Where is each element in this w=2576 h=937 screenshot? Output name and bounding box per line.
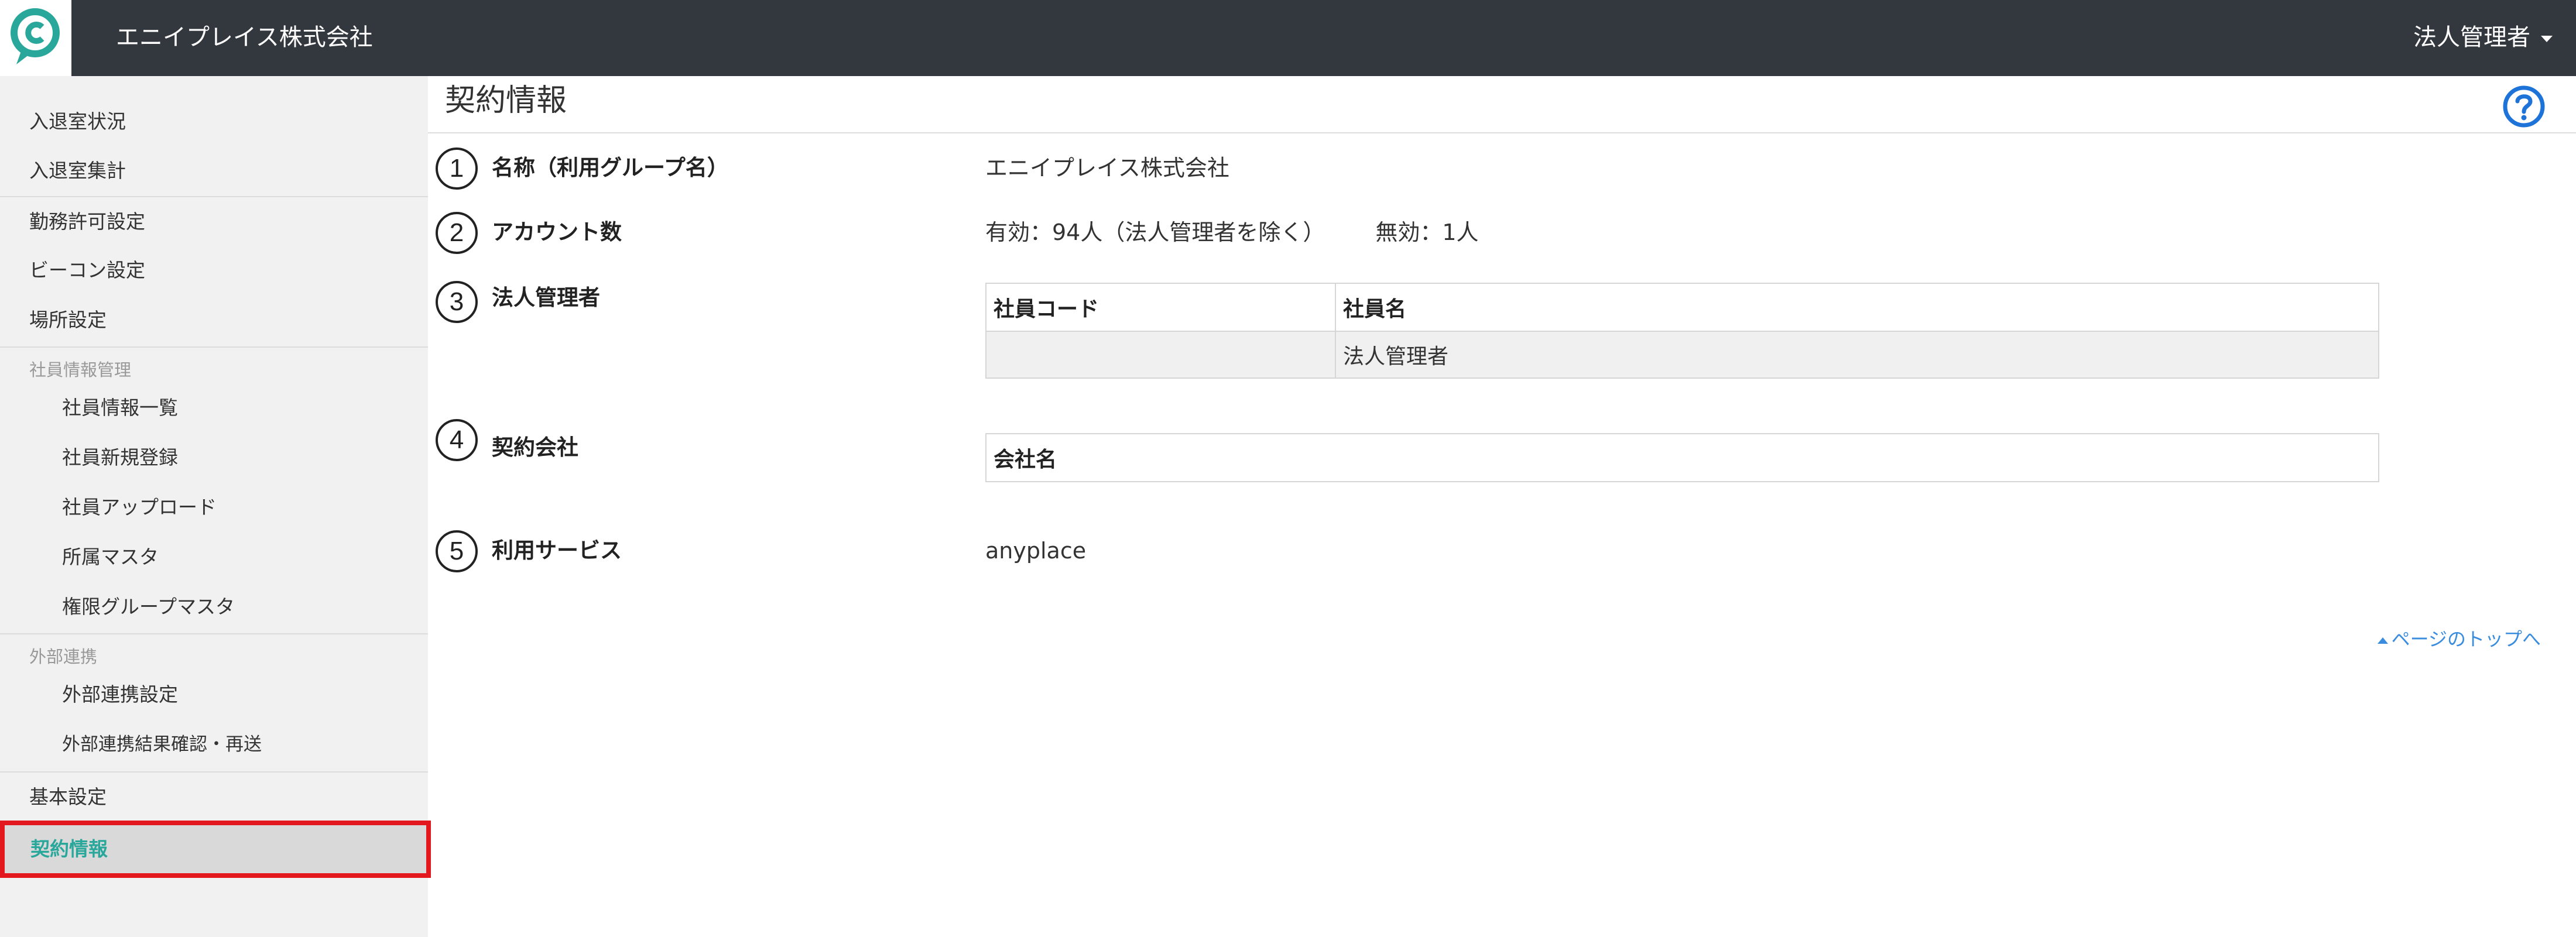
sidebar-item-entry-status[interactable]: 入退室状況 <box>0 97 428 146</box>
sidebar-item-label: 入退室集計 <box>29 159 126 182</box>
table-header-row: 会社名 <box>985 433 2379 482</box>
caret-up-icon <box>2377 637 2388 644</box>
caret-down-icon <box>2541 35 2553 42</box>
row-number-text: 3 <box>450 287 464 316</box>
section-title-employee: 社員情報管理 <box>29 360 132 380</box>
row-number-4: 4 <box>436 419 478 461</box>
sidebar-item-work-permission[interactable]: 勤務許可設定 <box>0 196 428 245</box>
sidebar-item-beacon-settings[interactable]: ビーコン設定 <box>0 246 428 295</box>
row-value-name: エニイプレイス株式会社 <box>985 155 1229 181</box>
user-menu-label: 法人管理者 <box>2413 24 2530 51</box>
sidebar-item-place-settings[interactable]: 場所設定 <box>0 296 428 345</box>
row-number-text: 4 <box>450 425 464 454</box>
back-to-top-link[interactable]: ページのトップへ <box>2377 626 2541 652</box>
cell-employee-name: 法人管理者 <box>1335 331 2379 379</box>
sidebar-item-label: 社員情報一覧 <box>62 396 178 419</box>
sidebar-item-label: 外部連携設定 <box>62 683 178 706</box>
row-label-service: 利用サービス <box>492 538 622 563</box>
row-number-text: 5 <box>450 537 464 565</box>
sidebar-item-department-master[interactable]: 所属マスタ <box>0 533 428 582</box>
table-row: 法人管理者 <box>985 331 2379 379</box>
back-to-top-label: ページのトップへ <box>2391 628 2541 650</box>
sidebar-item-basic-settings[interactable]: 基本設定 <box>0 771 428 821</box>
sidebar-item-entry-summary[interactable]: 入退室集計 <box>0 146 428 195</box>
row-number-1: 1 <box>436 147 478 190</box>
anyplace-logo-icon <box>11 8 60 64</box>
row-number-text: 1 <box>450 154 464 183</box>
sidebar-item-permission-group-master[interactable]: 権限グループマスタ <box>0 582 428 631</box>
row-number-text: 2 <box>450 218 464 247</box>
row-value-accounts: 有効：94人（法人管理者を除く） 無効：1人 <box>985 218 1479 247</box>
user-menu-dropdown[interactable]: 法人管理者 <box>2413 22 2553 53</box>
sidebar-item-label: 社員新規登録 <box>62 446 178 469</box>
company-name: エニイプレイス株式会社 <box>116 24 373 51</box>
sidebar-item-external-settings[interactable]: 外部連携設定 <box>0 670 428 719</box>
row-number-2: 2 <box>436 212 478 254</box>
column-header-employee-name: 社員名 <box>1335 283 2379 332</box>
divider <box>0 346 428 348</box>
divider <box>428 132 2576 133</box>
sidebar-item-employee-register[interactable]: 社員新規登録 <box>0 433 428 482</box>
admin-table: 社員コード 社員名 法人管理者 <box>985 283 2379 379</box>
row-number-5: 5 <box>436 530 478 572</box>
contract-company-table: 会社名 <box>985 433 2379 482</box>
cell-employee-code <box>985 331 1336 379</box>
table-header-row: 社員コード 社員名 <box>985 283 2379 332</box>
section-title-external: 外部連携 <box>29 647 98 667</box>
sidebar-item-label: 勤務許可設定 <box>29 210 145 233</box>
row-label-accounts: アカウント数 <box>492 219 622 245</box>
sidebar-item-external-results[interactable]: 外部連携結果確認・再送 <box>0 720 428 769</box>
row-label-contract-company: 契約会社 <box>492 435 578 460</box>
sidebar-item-contract-info[interactable]: 契約情報 <box>0 821 431 878</box>
sidebar-item-label: 入退室状況 <box>29 110 126 133</box>
row-number-3: 3 <box>436 281 478 323</box>
sidebar: 入退室状況 入退室集計 勤務許可設定 ビーコン設定 場所設定 社員情報管理 社員… <box>0 76 428 937</box>
sidebar-item-label: ビーコン設定 <box>29 259 145 282</box>
row-label-name: 名称（利用グループ名） <box>492 155 729 180</box>
sidebar-item-employee-upload[interactable]: 社員アップロード <box>0 483 428 532</box>
sidebar-item-label: 所属マスタ <box>62 545 159 568</box>
inactive-accounts: 無効：1人 <box>1375 219 1479 245</box>
divider <box>0 633 428 634</box>
row-value-service: anyplace <box>985 538 1087 564</box>
sidebar-item-label: 契約情報 <box>30 838 108 860</box>
sidebar-item-label: 権限グループマスタ <box>62 595 235 618</box>
app-logo[interactable] <box>0 0 71 76</box>
app-header: エニイプレイス株式会社 法人管理者 <box>0 0 2576 76</box>
page-title: 契約情報 <box>445 83 567 118</box>
sidebar-item-label: 基本設定 <box>29 785 107 808</box>
sidebar-item-label: 外部連携結果確認・再送 <box>62 734 262 755</box>
sidebar-item-label: 社員アップロード <box>62 496 217 519</box>
sidebar-item-employee-list[interactable]: 社員情報一覧 <box>0 383 428 433</box>
active-accounts: 有効：94人（法人管理者を除く） <box>985 219 1325 245</box>
column-header-employee-code: 社員コード <box>985 283 1336 332</box>
column-header-company-name: 会社名 <box>985 433 2379 482</box>
sidebar-item-label: 場所設定 <box>29 308 107 331</box>
question-circle-icon[interactable] <box>2502 85 2546 128</box>
row-label-admin: 法人管理者 <box>492 285 600 310</box>
